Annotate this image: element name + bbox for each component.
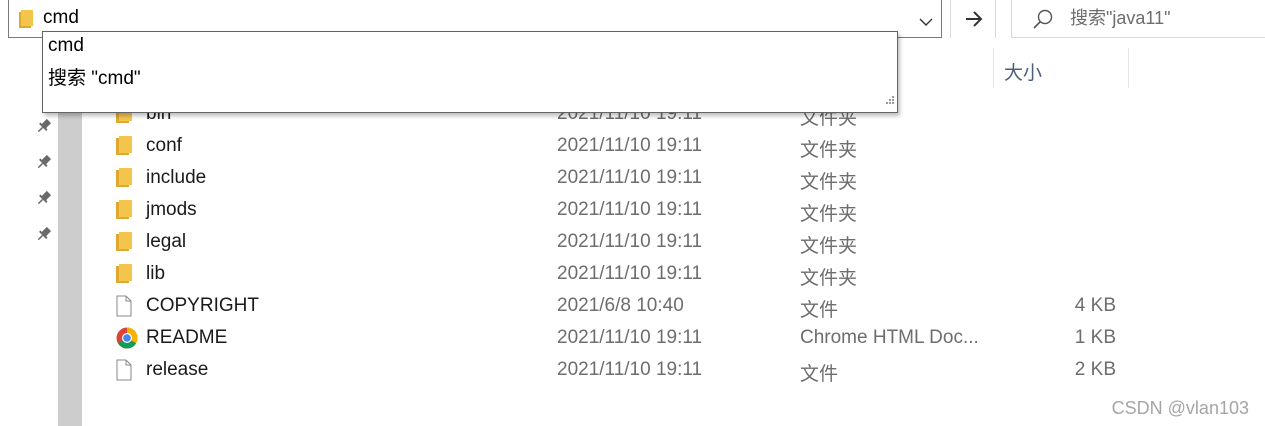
file-icon xyxy=(116,295,132,322)
autocomplete-option[interactable]: cmd xyxy=(48,35,84,57)
file-size: 1 KB xyxy=(1074,327,1116,348)
resize-grip-icon[interactable] xyxy=(885,91,894,109)
file-name: conf xyxy=(146,135,182,156)
file-date: 2021/11/10 19:11 xyxy=(557,231,703,252)
file-type: 文件夹 xyxy=(800,268,858,289)
pin-icon[interactable] xyxy=(36,190,52,211)
folder-icon xyxy=(19,10,33,33)
column-header-size[interactable]: 大小 xyxy=(993,48,1129,88)
address-input[interactable] xyxy=(43,6,903,30)
file-name: release xyxy=(146,359,209,380)
file-date: 2021/11/10 19:11 xyxy=(557,327,703,348)
file-type: 文件夹 xyxy=(800,236,858,257)
file-type: 文件 xyxy=(800,300,839,321)
file-type: 文件 xyxy=(800,364,839,385)
search-box[interactable] xyxy=(1011,0,1265,38)
file-name: include xyxy=(146,167,207,188)
watermark: CSDN @vlan103 xyxy=(1111,398,1249,418)
file-date: 2021/11/10 19:11 xyxy=(557,135,703,156)
list-item[interactable]: legal 2021/11/10 19:11 文件夹 xyxy=(108,225,1128,257)
folder-icon xyxy=(116,135,132,160)
file-type: Chrome HTML Doc... xyxy=(800,327,979,348)
file-date: 2021/11/10 19:11 xyxy=(557,359,703,380)
list-item[interactable]: lib 2021/11/10 19:11 文件夹 xyxy=(108,257,1128,289)
file-name: jmods xyxy=(146,199,197,220)
chrome-icon xyxy=(116,327,138,354)
file-name: COPYRIGHT xyxy=(146,295,259,316)
go-button[interactable] xyxy=(950,0,996,38)
pin-icon[interactable] xyxy=(36,118,52,139)
file-size: 4 KB xyxy=(1074,295,1116,316)
file-name: lib xyxy=(146,263,166,284)
folder-icon xyxy=(116,167,132,192)
list-item[interactable]: release 2021/11/10 19:11 文件 2 KB xyxy=(108,353,1128,385)
folder-icon xyxy=(116,263,132,288)
arrow-right-icon xyxy=(966,11,983,27)
list-item[interactable]: include 2021/11/10 19:11 文件夹 xyxy=(108,161,1128,193)
chevron-down-icon[interactable] xyxy=(919,14,933,32)
list-item[interactable]: README 2021/11/10 19:11 Chrome HTML Doc.… xyxy=(108,321,1128,353)
column-header-size-label: 大小 xyxy=(1004,63,1043,84)
file-date: 2021/11/10 19:11 xyxy=(557,167,703,188)
file-icon xyxy=(116,359,132,386)
autocomplete-option[interactable]: 搜索 "cmd" xyxy=(48,63,141,90)
file-date: 2021/11/10 19:11 xyxy=(557,263,703,284)
list-item[interactable]: COPYRIGHT 2021/6/8 10:40 文件 4 KB xyxy=(108,289,1128,321)
file-date: 2021/11/10 19:11 xyxy=(557,199,703,220)
file-size: 2 KB xyxy=(1074,359,1116,380)
pin-icon[interactable] xyxy=(36,226,52,247)
autocomplete-dropdown: cmd 搜索 "cmd" xyxy=(42,31,898,113)
list-item[interactable]: conf 2021/11/10 19:11 文件夹 xyxy=(108,129,1128,161)
file-type: 文件夹 xyxy=(800,140,858,161)
file-type: 文件夹 xyxy=(800,172,858,193)
folder-icon xyxy=(116,199,132,224)
search-input[interactable] xyxy=(1070,7,1260,29)
search-icon xyxy=(1032,8,1054,35)
file-name: README xyxy=(146,327,228,348)
file-type: 文件夹 xyxy=(800,204,858,225)
list-item[interactable]: jmods 2021/11/10 19:11 文件夹 xyxy=(108,193,1128,225)
folder-icon xyxy=(116,231,132,256)
pin-icon[interactable] xyxy=(36,154,52,175)
file-name: legal xyxy=(146,231,187,252)
file-date: 2021/6/8 10:40 xyxy=(557,295,684,316)
